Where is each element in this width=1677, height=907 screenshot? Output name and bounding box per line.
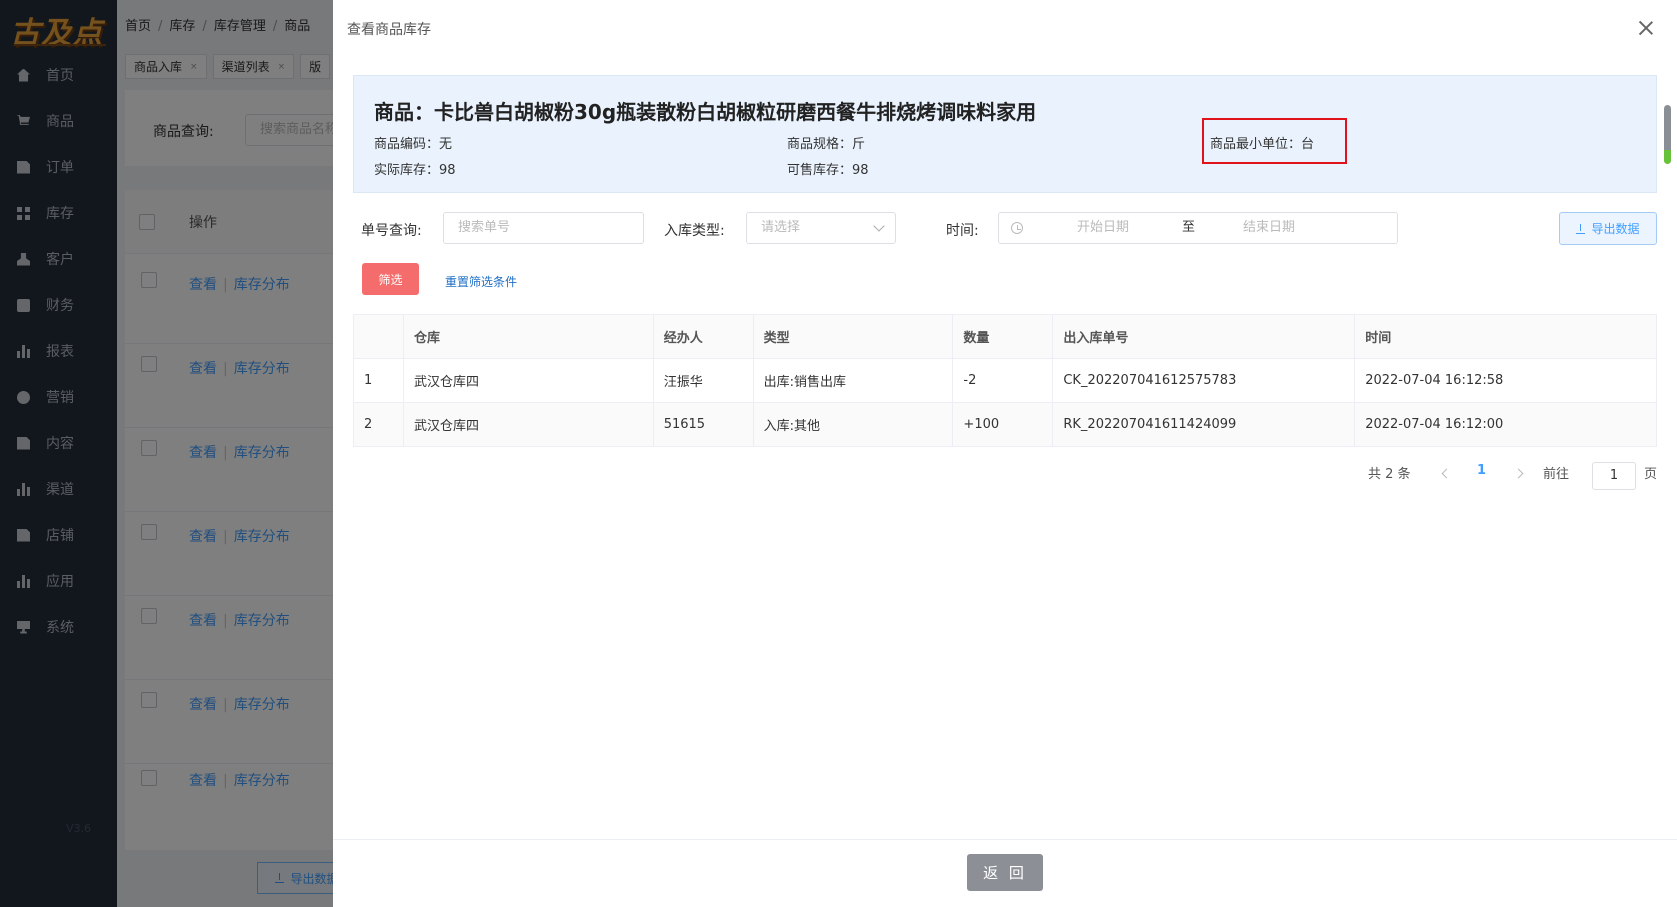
table-row: 1 武汉仓库四 汪振华 出库:销售出库 -2 CK_20220704161257… (353, 358, 1657, 403)
time-label: 时间: (946, 223, 979, 239)
cell-order-number: RK_202207041611424099 (1052, 402, 1356, 447)
start-date-input[interactable]: 开始日期 (1077, 213, 1129, 243)
actual-stock: 实际库存：98 (374, 163, 456, 178)
stock-records-table: 仓库 经办人 类型 数量 出入库单号 时间 1 武汉仓库四 汪振华 出库:销售出… (353, 314, 1657, 447)
reset-filters-link[interactable]: 重置筛选条件 (445, 273, 517, 290)
date-range-picker[interactable]: 开始日期 至 结束日期 (998, 212, 1398, 244)
column-header-type: 类型 (752, 314, 954, 359)
cell-type: 入库:其他 (752, 402, 954, 447)
cell-time: 2022-07-04 16:12:58 (1354, 358, 1657, 403)
table-header-row: 仓库 经办人 类型 数量 出入库单号 时间 (353, 314, 1657, 359)
stock-type-label: 入库类型: (664, 223, 725, 239)
stock-type-select[interactable]: 请选择 (746, 212, 896, 244)
filter-button[interactable]: 筛选 (362, 263, 419, 295)
cell-time: 2022-07-04 16:12:00 (1354, 402, 1657, 447)
pagination-current-page[interactable]: 1 (1477, 463, 1486, 478)
cell-type: 出库:销售出库 (752, 358, 954, 403)
order-search-label: 单号查询: (361, 223, 422, 239)
export-data-button[interactable]: 导出数据 (1559, 212, 1657, 245)
inventory-drawer: 查看商品库存 商品：卡比兽白胡椒粉30g瓶装散粉白胡椒粒研磨西餐牛排烧烤调味料家… (333, 0, 1677, 907)
cell-handler: 汪振华 (652, 358, 754, 403)
download-icon (1576, 223, 1586, 234)
cell-index: 2 (353, 402, 404, 447)
scrollbar-indicator (1664, 150, 1671, 164)
next-page-icon[interactable] (1513, 468, 1524, 479)
cell-index: 1 (353, 358, 404, 403)
pagination-goto-input[interactable]: 1 (1592, 462, 1636, 490)
close-icon[interactable] (1635, 17, 1657, 39)
order-search-input[interactable]: 搜索单号 (443, 212, 644, 244)
column-header-time: 时间 (1354, 314, 1657, 359)
cell-order-number: CK_202207041612575783 (1052, 358, 1356, 403)
pagination-page-suffix: 页 (1644, 467, 1658, 482)
prev-page-icon[interactable] (1441, 468, 1452, 479)
sellable-stock: 可售库存：98 (787, 163, 869, 178)
table-row: 2 武汉仓库四 51615 入库:其他 +100 RK_202207041611… (353, 402, 1657, 447)
product-info-card: 商品：卡比兽白胡椒粉30g瓶装散粉白胡椒粒研磨西餐牛排烧烤调味料家用 商品编码：… (353, 75, 1657, 193)
column-header-index (353, 314, 404, 359)
back-button[interactable]: 返 回 (967, 854, 1043, 891)
pagination-total: 共 2 条 (1368, 467, 1411, 482)
chevron-down-icon (873, 220, 885, 232)
cell-warehouse: 武汉仓库四 (402, 402, 654, 447)
range-separator: 至 (1182, 220, 1196, 235)
cell-handler: 51615 (652, 402, 754, 447)
column-header-handler: 经办人 (652, 314, 754, 359)
pagination-goto-label: 前往 (1543, 467, 1570, 482)
end-date-input[interactable]: 结束日期 (1243, 213, 1295, 243)
column-header-warehouse: 仓库 (402, 314, 654, 359)
cell-warehouse: 武汉仓库四 (402, 358, 654, 403)
highlight-box (1202, 118, 1347, 164)
select-placeholder: 请选择 (761, 220, 801, 235)
product-name: 商品：卡比兽白胡椒粉30g瓶装散粉白胡椒粒研磨西餐牛排烧烤调味料家用 (374, 100, 1037, 124)
column-header-order-number: 出入库单号 (1052, 314, 1356, 359)
product-code: 商品编码：无 (374, 137, 453, 152)
footer-divider (333, 839, 1677, 840)
drawer-title: 查看商品库存 (347, 22, 431, 38)
cell-quantity: +100 (952, 402, 1054, 447)
column-header-quantity: 数量 (952, 314, 1054, 359)
button-label: 导出数据 (1591, 222, 1640, 236)
cell-quantity: -2 (952, 358, 1054, 403)
product-spec: 商品规格：斤 (787, 137, 866, 152)
clock-icon (1011, 222, 1023, 234)
